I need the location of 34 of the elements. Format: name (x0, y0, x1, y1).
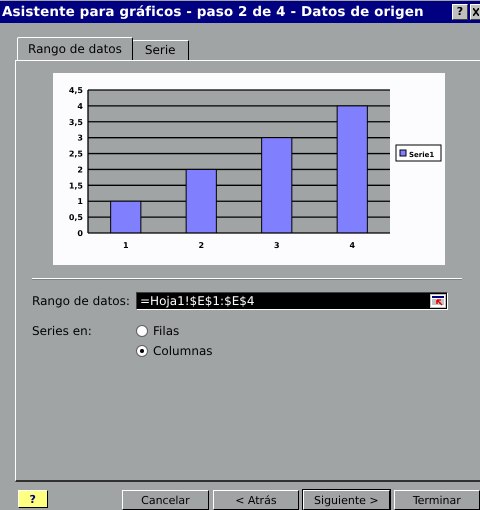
y-tick-label: 3 (77, 133, 83, 142)
close-icon (473, 8, 479, 16)
collapse-dialog-icon[interactable] (430, 294, 446, 308)
x-tick-label: 4 (349, 240, 356, 250)
y-tick-label: 1,5 (68, 181, 83, 190)
y-tick-label: 1 (77, 196, 83, 206)
help-button[interactable]: ? (452, 4, 468, 20)
y-tick-label: 2 (77, 165, 83, 174)
radio-button[interactable] (136, 344, 148, 357)
y-tick-label: 4 (77, 102, 83, 111)
dialog-button[interactable]: < Atrás (212, 490, 300, 510)
help-icon-button[interactable]: ? (18, 490, 48, 508)
y-tick-label: 3,5 (68, 117, 83, 126)
dialog-button[interactable]: Siguiente > (303, 490, 390, 510)
tab[interactable]: Rango de datos (17, 36, 133, 60)
radio-label[interactable]: Filas (153, 324, 180, 338)
range-input-field[interactable]: =Hoja1!$E$1:$E$4 (136, 292, 448, 310)
tab[interactable]: Serie (132, 40, 189, 60)
radio-label[interactable]: Columnas (153, 344, 213, 358)
series-in-label: Series en: (32, 324, 93, 340)
range-label: Rango de datos: (32, 294, 131, 308)
radio-button[interactable] (136, 324, 148, 337)
x-tick-label: 3 (274, 240, 280, 250)
y-tick-label: 2,5 (68, 149, 83, 158)
window-title: Asistente para gráficos - paso 2 de 4 - Datos de origen (2, 4, 425, 20)
y-tick-label: 4,5 (68, 86, 83, 95)
x-tick-label: 1 (122, 240, 129, 250)
dialog-button[interactable]: Cancelar (122, 490, 209, 510)
y-tick-label: 0,5 (68, 212, 83, 222)
y-tick-label: 0 (77, 228, 83, 238)
chart-legend (396, 144, 442, 162)
dialog-button[interactable]: Terminar (394, 490, 480, 510)
x-tick-label: 2 (198, 240, 204, 250)
close-button[interactable] (470, 4, 480, 20)
